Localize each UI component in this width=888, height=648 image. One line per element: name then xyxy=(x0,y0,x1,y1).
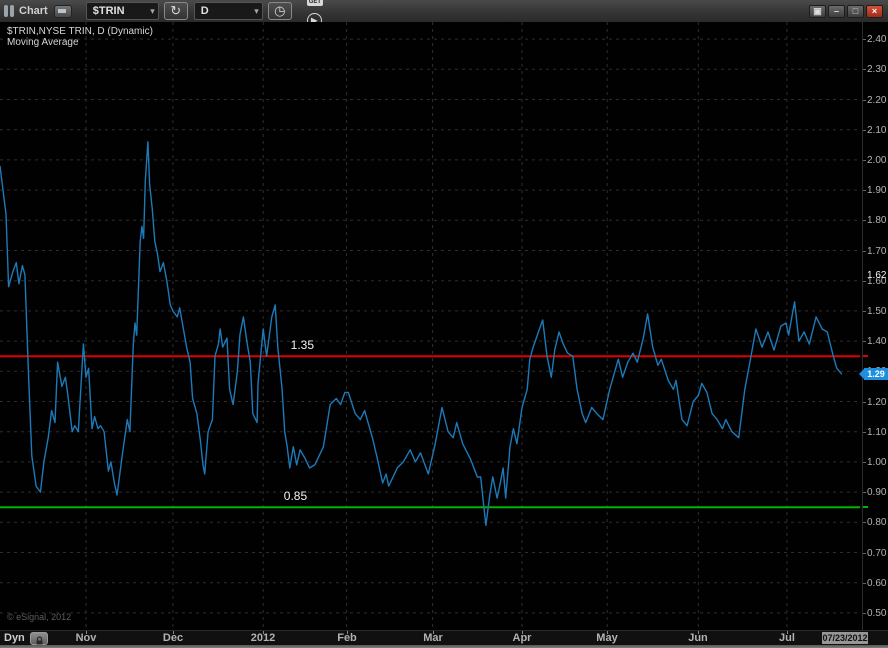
y-axis-tick xyxy=(863,613,866,614)
y-axis-tick-label: 1.90 xyxy=(867,185,887,196)
hline-value-label: 1.35 xyxy=(290,338,315,353)
y-axis-tick xyxy=(863,522,866,523)
y-axis-tick xyxy=(863,311,866,312)
x-axis-month-label: Jul xyxy=(779,632,795,644)
y-axis-tick xyxy=(863,69,866,70)
y-axis-tick-label: 1.10 xyxy=(867,427,887,438)
restore-button[interactable]: ▣ xyxy=(809,4,826,18)
minimize-button[interactable]: – xyxy=(828,4,845,18)
y-axis-tick-label: 2.00 xyxy=(867,155,887,166)
y-axis-tick-label: 2.40 xyxy=(867,34,887,45)
y-axis-tick-label: 2.30 xyxy=(867,64,887,75)
copyright: © eSignal, 2012 xyxy=(7,612,72,622)
chart-plot[interactable]: $TRIN,NYSE TRIN, D (Dynamic) Moving Aver… xyxy=(0,22,863,630)
x-axis-month-label: Mar xyxy=(423,632,443,644)
app-window: Chart $TRIN ▾ ↻ D ▾ ◷ ✎↷GET▶A ▣–□× $TRIN… xyxy=(0,0,888,648)
symbol-dropdown[interactable]: $TRIN ▾ xyxy=(85,2,159,20)
layout-badge-icon[interactable] xyxy=(53,4,72,18)
y-axis-tick-label: 0.50 xyxy=(867,608,887,619)
y-axis-tick-label: 1.80 xyxy=(867,215,887,226)
y-axis-tick xyxy=(863,130,866,131)
x-axis-month-label: Feb xyxy=(337,632,357,644)
y-axis-tick xyxy=(863,220,866,221)
x-axis-month-label: Jun xyxy=(688,632,708,644)
toolbar: Chart $TRIN ▾ ↻ D ▾ ◷ ✎↷GET▶A ▣–□× xyxy=(0,0,888,62)
y-axis-tick-label: 1.20 xyxy=(867,397,887,408)
y-axis-tick xyxy=(863,190,866,191)
hline-value-label: 0.85 xyxy=(283,489,308,504)
y-axis-tick xyxy=(863,39,866,40)
y-axis-tick xyxy=(863,160,866,161)
y-axis-tick xyxy=(863,341,866,342)
symbol-value: $TRIN xyxy=(92,5,125,17)
last-price-tag: 1.29 xyxy=(859,368,888,380)
x-axis-month-label: Dec xyxy=(162,632,184,644)
refresh-button[interactable]: ↻ xyxy=(163,2,188,20)
maximize-button[interactable]: □ xyxy=(847,4,864,18)
y-axis-tick-label: 2.20 xyxy=(867,95,887,106)
y-axis-tick xyxy=(863,432,866,433)
chevron-down-icon: ▾ xyxy=(254,5,259,16)
x-axis-month-label: May xyxy=(596,632,618,644)
y-axis-tick-label: 1.50 xyxy=(867,306,887,317)
lock-icon xyxy=(36,636,42,645)
chart-canvas xyxy=(0,22,860,630)
x-axis-month-label: Nov xyxy=(75,632,97,644)
y-axis-tick-label: 2.10 xyxy=(867,125,887,136)
y-axis-tick xyxy=(863,251,866,252)
window-title: Chart xyxy=(19,5,48,17)
axis-line-marker xyxy=(863,506,868,508)
time-template-button[interactable]: ◷ xyxy=(267,2,292,20)
price-axis[interactable]: 2.40 2.30 2.20 2.10 2.00 1.90 1.80 1.70 1.60 1.50… xyxy=(859,22,888,630)
interval-dropdown[interactable]: D ▾ xyxy=(193,2,263,20)
y-axis-tick-label: 0.80 xyxy=(867,517,887,528)
x-axis-month-label: 2012 xyxy=(250,632,276,644)
y-axis-tick-label: 1.40 xyxy=(867,336,887,347)
close-button[interactable]: × xyxy=(866,4,883,18)
y-axis-tick xyxy=(863,553,866,554)
chart-title: $TRIN,NYSE TRIN, D (Dynamic) xyxy=(7,26,153,37)
x-axis-month-label: Apr xyxy=(512,632,532,644)
axis-line-marker xyxy=(863,355,868,357)
window-controls: ▣ – □ × xyxy=(809,4,883,18)
y-axis-tick-label: 1.00 xyxy=(867,457,887,468)
y-axis-tick xyxy=(863,583,866,584)
y-axis-tick xyxy=(863,100,866,101)
get-quote-icon: GET xyxy=(306,0,324,6)
y-axis-tick-label: 1.70 xyxy=(867,246,887,257)
chevron-down-icon: ▾ xyxy=(150,5,155,16)
dyn-lock-button[interactable] xyxy=(30,632,48,645)
y-axis-tick-label: 0.90 xyxy=(867,487,887,498)
interval-value: D xyxy=(200,5,209,17)
chart-study-label: Moving Average xyxy=(7,37,79,48)
y-axis-tick xyxy=(863,402,866,403)
esignal-logo-icon xyxy=(4,5,14,17)
last-date-box: 07/23/2012 xyxy=(822,632,868,644)
y-axis-tick-label: 0.60 xyxy=(867,578,887,589)
y-axis-tick xyxy=(863,462,866,463)
refresh-icon: ↻ xyxy=(170,3,182,18)
get-quote-button[interactable]: GET xyxy=(303,0,327,11)
time-axis[interactable]: Dyn 07/23/2012 Nov Dec 2012 Feb Mar Apr May Jun… xyxy=(0,630,888,646)
ma-value-label: 1.62 xyxy=(867,270,887,281)
clock-icon: ◷ xyxy=(274,3,286,18)
dyn-label: Dyn xyxy=(4,632,25,644)
y-axis-tick-label: 0.70 xyxy=(867,548,887,559)
y-axis-tick xyxy=(863,281,866,282)
y-axis-tick xyxy=(863,492,866,493)
